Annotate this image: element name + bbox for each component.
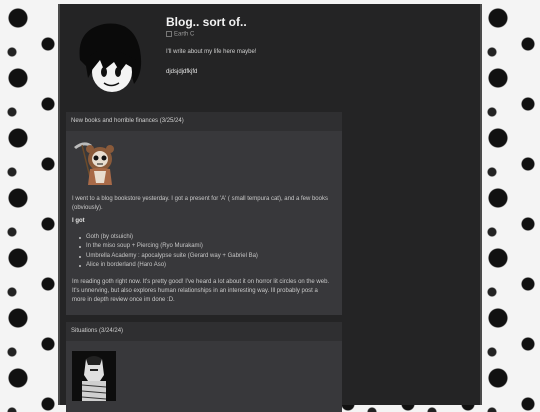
post-thumbnail-image [72,351,116,401]
avatar [79,23,142,92]
blog-header: Blog.. sort of.. Earth C I'll write abou… [60,4,480,108]
user-icon [166,31,172,37]
reaper-bear-image [74,142,114,186]
blog-link[interactable]: djdsjdjdfkjfd [166,69,197,75]
post-outro: Im reading goth right now. It's pretty g… [72,279,330,303]
post-card: New books and horrible finances (3/25/24… [66,112,342,315]
blog-title: Blog.. sort of.. [166,15,247,29]
list-item: Umbrella Academy : apocalypse suite (Ger… [79,252,258,261]
post-title[interactable]: New books and horrible finances (3/25/24… [66,112,342,131]
post-card: Situations (3/24/24) [66,322,342,412]
post-title[interactable]: Situations (3/24/24) [66,322,342,341]
list-item: In the miso soup + Piercing (Ryo Murakam… [79,242,258,251]
blog-description: I'll write about my life here maybe! [166,49,257,55]
author-name[interactable]: Earth C [174,32,194,38]
book-list: Goth (by otsuichi) In the miso soup + Pi… [74,233,258,270]
list-item: Alice in borderland (Haro Aso) [79,261,258,270]
list-item: Goth (by otsuichi) [79,233,258,242]
post-subheading: I got [72,218,85,224]
author-line[interactable]: Earth C [166,31,194,38]
blog-page: Blog.. sort of.. Earth C I'll write abou… [58,4,482,412]
post-intro: I went to a blog bookstore yesterday. I … [72,196,328,211]
